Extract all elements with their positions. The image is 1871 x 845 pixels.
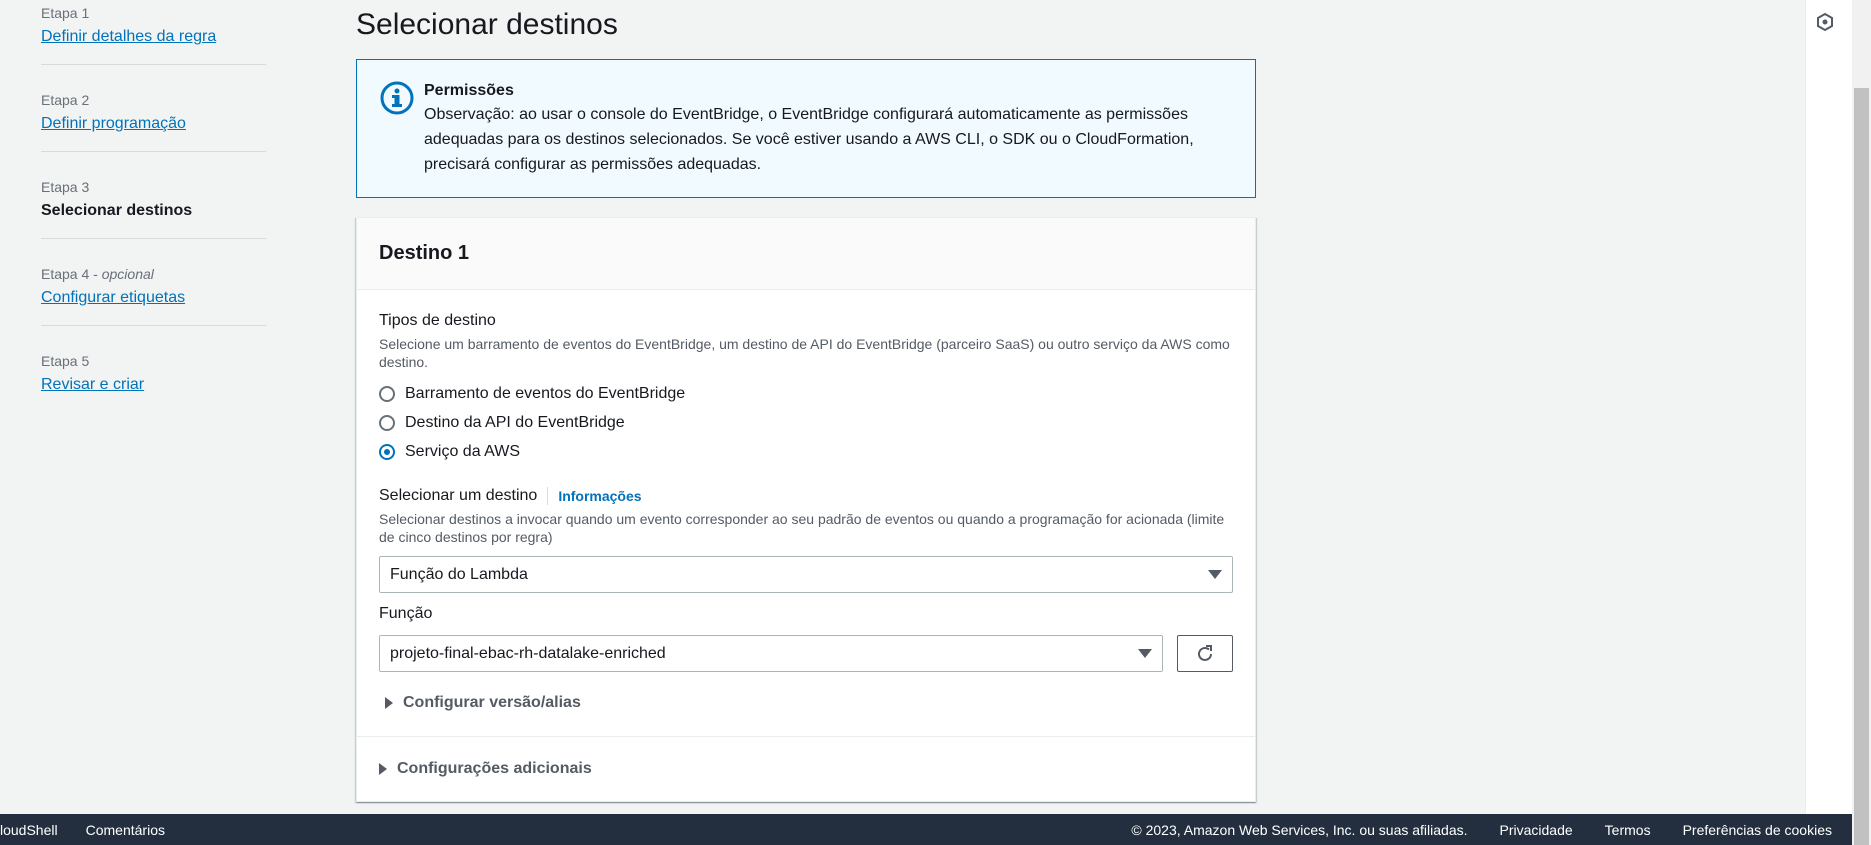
additional-settings-section: Configurações adicionais <box>357 736 1255 801</box>
caret-down-icon <box>1138 649 1152 658</box>
radio-label: Serviço da AWS <box>405 442 521 460</box>
caret-down-icon <box>1208 570 1222 579</box>
step-number: Etapa 1 <box>41 5 90 21</box>
target-types-desc: Selecione um barramento de eventos do Ev… <box>379 336 1230 370</box>
step-number: Etapa 3 <box>41 179 90 195</box>
terms-link[interactable]: Termos <box>1605 822 1651 838</box>
target-1-panel: Destino 1 Tipos de destino Selecione um … <box>356 217 1256 802</box>
footer-left: loudShell Comentários <box>0 822 193 838</box>
radio-button-checked[interactable] <box>379 443 395 460</box>
expander-label: Configurações adicionais <box>397 760 592 777</box>
step-current-select-targets: Selecionar destinos <box>41 202 193 219</box>
step-4: Etapa 4 - opcional Configurar etiquetas <box>41 261 266 326</box>
cloudshell-link[interactable]: loudShell <box>0 822 58 838</box>
scrollbar-track[interactable] <box>1852 0 1871 845</box>
info-link[interactable]: Informações <box>547 487 642 505</box>
panel-body: Tipos de destino Selecione um barramento… <box>357 290 1255 736</box>
function-select[interactable]: projeto-final-ebac-rh-datalake-enriched <box>379 635 1163 672</box>
select-target-label-row: Selecionar um destino Informações <box>379 485 1233 507</box>
settings-hex-icon[interactable] <box>1815 12 1835 32</box>
target-select-value: Função do Lambda <box>390 565 528 583</box>
alert-title: Permissões <box>424 82 514 99</box>
select-target-desc: Selecionar destinos a invocar quando um … <box>379 511 1225 545</box>
step-link-configure-tags[interactable]: Configurar etiquetas <box>41 287 185 309</box>
feedback-link[interactable]: Comentários <box>86 822 165 838</box>
caret-right-icon <box>385 697 393 709</box>
radio-eventbridge-bus[interactable]: Barramento de eventos do EventBridge <box>379 383 1233 404</box>
step-number: Etapa 2 <box>41 92 90 108</box>
target-types-label: Tipos de destino <box>379 312 496 329</box>
step-link-review-create[interactable]: Revisar e criar <box>41 374 144 396</box>
step-number: Etapa 5 <box>41 353 90 369</box>
additional-settings-expander[interactable]: Configurações adicionais <box>379 760 1233 778</box>
info-icon <box>380 81 414 115</box>
refresh-button[interactable] <box>1177 635 1233 672</box>
radio-label: Barramento de eventos do EventBridge <box>405 384 686 402</box>
wizard-steps: Etapa 1 Definir detalhes da regra Etapa … <box>41 0 266 434</box>
radio-label: Destino da API do EventBridge <box>405 413 625 431</box>
refresh-icon <box>1198 644 1212 661</box>
panel-title: Destino 1 <box>357 218 1255 290</box>
copyright-text: © 2023, Amazon Web Services, Inc. ou sua… <box>1131 821 1468 838</box>
caret-right-icon <box>379 763 387 775</box>
function-label: Função <box>379 605 433 622</box>
page-title: Selecionar destinos <box>356 8 618 41</box>
console-footer: loudShell Comentários © 2023, Amazon Web… <box>0 814 1852 845</box>
target-select[interactable]: Função do Lambda <box>379 556 1233 593</box>
function-select-value: projeto-final-ebac-rh-datalake-enriched <box>390 644 666 662</box>
step-link-define-schedule[interactable]: Definir programação <box>41 113 186 135</box>
radio-eventbridge-api[interactable]: Destino da API do EventBridge <box>379 412 1233 433</box>
privacy-link[interactable]: Privacidade <box>1500 822 1573 838</box>
scrollbar-thumb[interactable] <box>1854 88 1869 845</box>
step-number: Etapa 4 - opcional <box>41 266 154 282</box>
step-2: Etapa 2 Definir programação <box>41 87 266 152</box>
step-3: Etapa 3 Selecionar destinos <box>41 174 266 239</box>
select-target-label: Selecionar um destino <box>379 487 538 504</box>
expander-label: Configurar versão/alias <box>403 694 581 711</box>
main-content: Selecionar destinos Permissões Observaçã… <box>356 0 1256 802</box>
step-5: Etapa 5 Revisar e criar <box>41 348 266 412</box>
step-link-define-rule[interactable]: Definir detalhes da regra <box>41 26 216 48</box>
permissions-alert: Permissões Observação: ao usar o console… <box>356 59 1256 198</box>
step-1: Etapa 1 Definir detalhes da regra <box>41 0 266 65</box>
cookie-preferences-link[interactable]: Preferências de cookies <box>1683 822 1832 838</box>
radio-button[interactable] <box>379 414 395 431</box>
function-row: projeto-final-ebac-rh-datalake-enriched <box>379 635 1233 672</box>
radio-button[interactable] <box>379 385 395 402</box>
footer-right: © 2023, Amazon Web Services, Inc. ou sua… <box>1099 822 1832 838</box>
alert-text: Observação: ao usar o console do EventBr… <box>424 106 1194 173</box>
version-alias-expander[interactable]: Configurar versão/alias <box>379 694 1233 712</box>
radio-aws-service[interactable]: Serviço da AWS <box>379 441 1233 462</box>
